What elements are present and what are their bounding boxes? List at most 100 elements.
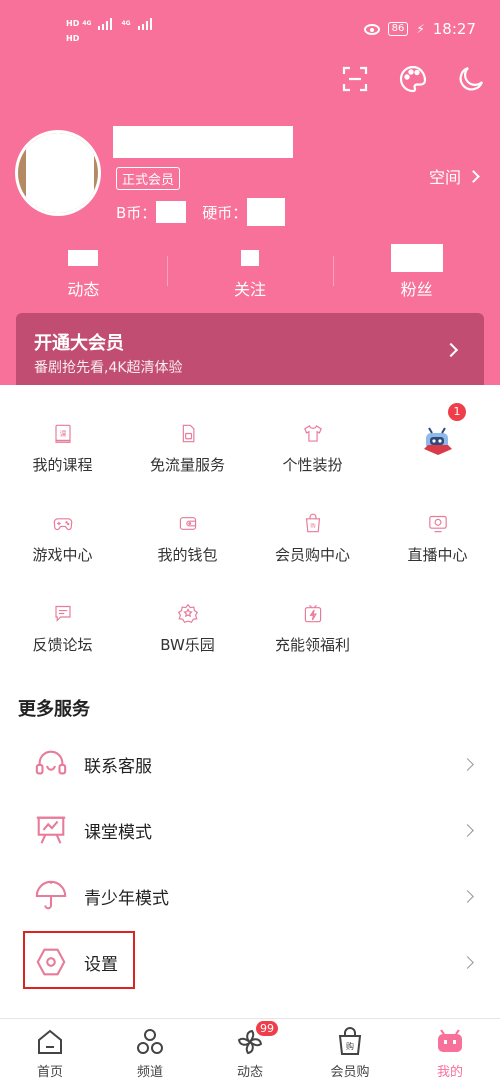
clock: 18:27 [432,20,476,38]
tab-label: 频道 [136,1065,163,1080]
stat-label: 关注 [234,280,267,299]
bottom-tab-bar: 首页 频道 99 动态 购 会员购 我的 [0,1018,500,1084]
service-label: BW乐园 [160,636,215,654]
service-label: 直播中心 [407,546,468,564]
umbrella-icon [35,880,67,910]
more-services-title: 更多服务 [18,699,90,720]
theme-palette-icon[interactable] [398,64,428,94]
stat-label: 粉丝 [400,280,433,299]
hd-label: HD [66,18,80,28]
gift-bolt-icon [304,604,321,623]
sim-card-icon [182,424,194,443]
service-label: 游戏中心 [32,546,93,564]
tab-mine[interactable]: 我的 [400,1019,500,1084]
more-item-label: 联系客服 [84,756,152,777]
service-my-courses[interactable]: 课 我的课程 [0,423,125,475]
service-customer-support[interactable]: 联系客服 [0,735,500,793]
scan-icon[interactable] [340,64,370,94]
tab-label: 首页 [36,1065,63,1080]
home-icon [38,1029,62,1054]
services-grid: 课 我的课程 免流量服务 个性装扮 1 游戏中心 我的钱包 购 会员购中心 直播… [0,403,500,655]
space-link[interactable]: 空间 [428,164,480,188]
space-label: 空间 [428,168,461,187]
svg-text:课: 课 [59,429,66,438]
star-badge-icon [177,603,198,623]
service-label: 充能领福利 [274,636,350,654]
service-game-center[interactable]: 游戏中心 [0,513,125,565]
service-free-data[interactable]: 免流量服务 [125,423,250,475]
headset-icon [35,750,67,775]
chat-icon [54,605,71,622]
service-label: 免流量服务 [149,456,225,474]
avatar[interactable] [15,130,101,216]
header-actions [340,64,486,94]
coin-value-redacted [247,198,286,226]
service-feedback[interactable]: 反馈论坛 [0,603,125,655]
gamepad-icon [53,518,72,531]
notification-badge: 1 [448,403,466,421]
service-mall[interactable]: 购 会员购中心 [250,513,375,565]
service-classroom-mode[interactable]: 课堂模式 [0,801,500,859]
hd-label-2: HD [66,33,80,43]
chevron-right-icon [461,955,474,969]
network-label: 4G [82,19,92,27]
service-mascot[interactable]: 1 [375,403,500,475]
notification-badge: 99 [256,1021,278,1036]
wallet-icon [179,517,196,530]
shirt-icon [303,425,322,442]
stat-label: 动态 [67,280,100,299]
tv-mascot-icon [438,1029,462,1052]
settings-highlight-box [23,931,135,989]
service-label: 我的课程 [32,456,93,474]
service-label: 反馈论坛 [32,636,93,654]
coin-label: 硬币： [202,203,248,222]
stat-value-redacted [68,250,99,266]
signal-indicators: HD 4G 4G HD [66,16,152,46]
tab-channels[interactable]: 频道 [100,1019,200,1084]
signal-icon-2 [137,17,152,30]
classroom-icon [36,816,66,844]
signal-icon [98,17,113,30]
tab-mall[interactable]: 购 会员购 [300,1019,400,1084]
service-wallet[interactable]: 我的钱包 [125,513,250,565]
member-badge: 正式会员 [116,167,181,190]
shopping-bag-icon: 购 [338,1027,362,1055]
chevron-right-icon [467,169,480,183]
bcoin-label: B币： [116,203,157,222]
channels-icon [137,1029,163,1054]
stat-value-redacted [241,250,259,266]
shopping-bag-icon: 购 [305,513,320,533]
stat-value-redacted [390,244,443,272]
tv-icon [428,515,447,533]
stat-fans[interactable]: 粉丝 [333,240,500,300]
stat-following[interactable]: 关注 [166,240,334,300]
status-right: 86 ⚡ 18:27 [363,20,476,38]
service-live-center[interactable]: 直播中心 [375,513,500,565]
coin-balances: B币： 硬币： [116,198,286,226]
network-label-2: 4G [121,19,131,27]
night-mode-icon[interactable] [456,64,486,94]
course-icon: 课 [54,424,71,443]
services-sheet: 课 我的课程 免流量服务 个性装扮 1 游戏中心 我的钱包 购 会员购中心 直播… [0,385,500,1017]
mascot-icon [423,427,452,455]
username-redacted [113,126,293,158]
service-teen-mode[interactable]: 青少年模式 [0,867,500,925]
charging-icon: ⚡ [416,22,425,36]
service-label: 我的钱包 [157,546,218,564]
tab-home[interactable]: 首页 [0,1019,100,1084]
more-item-label: 青少年模式 [84,888,169,909]
chevron-right-icon [461,823,474,837]
stat-dynamic[interactable]: 动态 [0,240,167,300]
profile-header: HD 4G 4G HD 86 ⚡ 18:27 正式会员 B币： 硬币： 空间 动… [0,0,500,400]
stats-row: 动态 关注 粉丝 [0,240,500,300]
service-personal-dress[interactable]: 个性装扮 [250,423,375,475]
vip-banner[interactable]: 开通大会员 番剧抢先看,4K超清体验 [16,313,484,387]
service-label: 会员购中心 [274,546,350,564]
service-charge-rewards[interactable]: 充能领福利 [250,603,375,655]
chevron-right-icon [443,342,459,358]
tab-label: 我的 [436,1065,463,1080]
tab-dynamic[interactable]: 99 动态 [200,1019,300,1084]
eye-icon [363,23,380,35]
service-bw-park[interactable]: BW乐园 [125,603,250,655]
svg-text:购: 购 [310,522,315,530]
